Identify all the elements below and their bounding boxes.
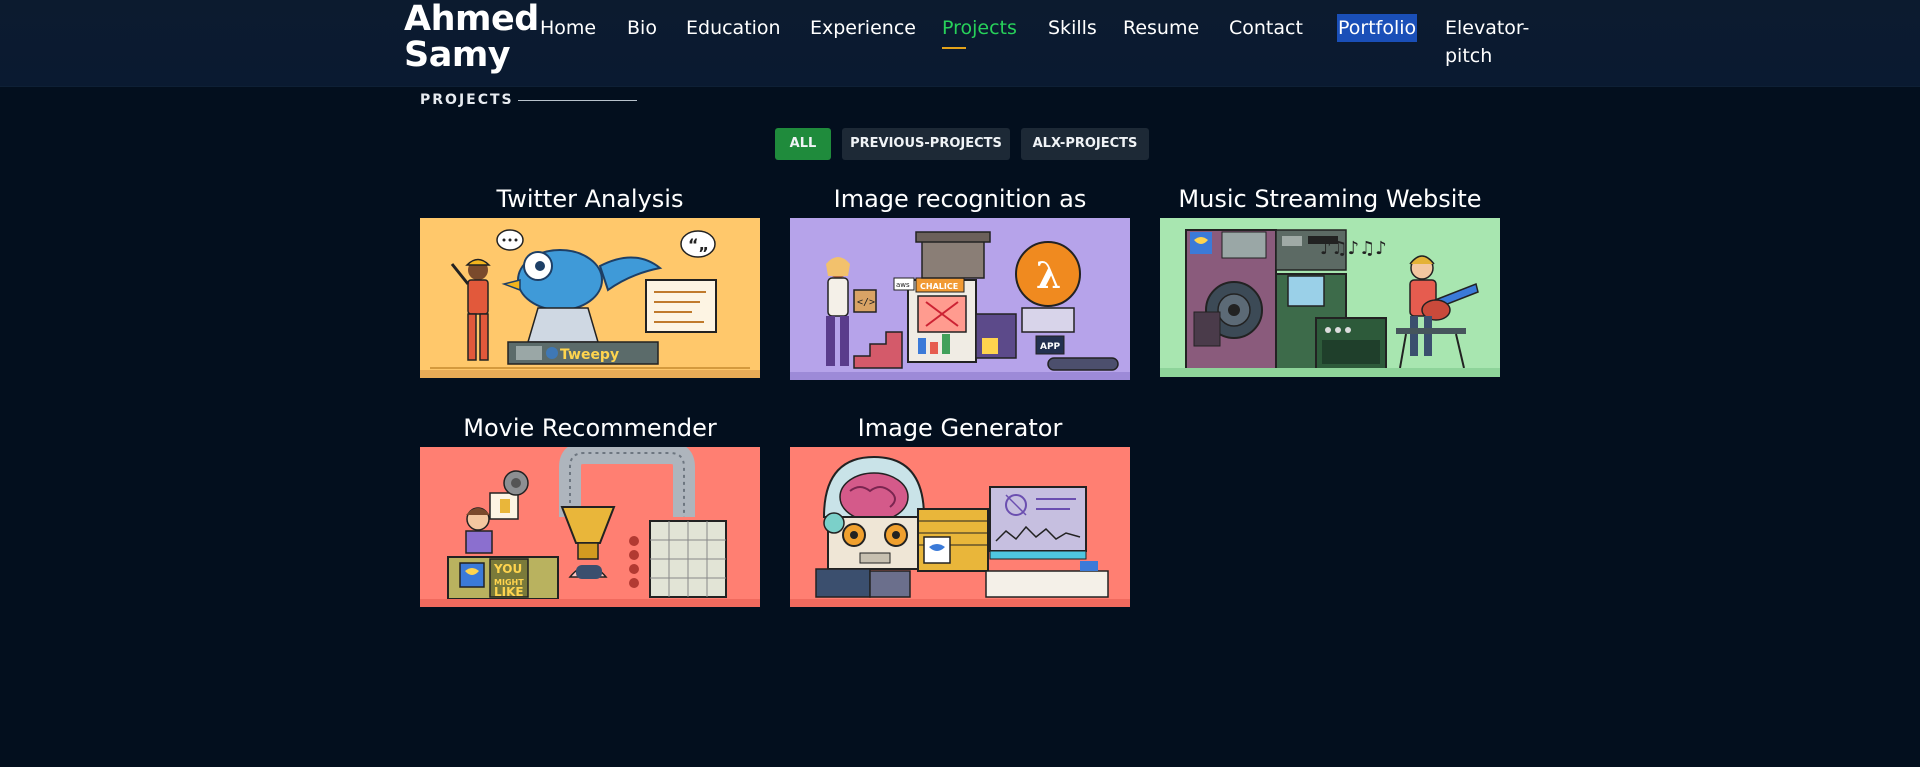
nav-projects[interactable]: Projects — [942, 14, 1017, 49]
svg-text:APP: APP — [1040, 342, 1061, 352]
project-thumbnail[interactable]: YOU MIGHT LIKE — [420, 447, 760, 607]
filter-alx-projects-button[interactable]: ALX-PROJECTS — [1021, 128, 1149, 160]
project-title: Image Generator — [857, 414, 1063, 442]
svg-text:LIKE: LIKE — [494, 585, 524, 599]
svg-text:</>: </> — [857, 297, 875, 308]
nav-contact[interactable]: Contact — [1229, 14, 1303, 42]
brand-logo[interactable]: Ahmed Samy — [404, 1, 544, 73]
nav-home[interactable]: Home — [540, 14, 596, 42]
nav-bio[interactable]: Bio — [627, 14, 657, 42]
section-title-divider — [518, 100, 637, 101]
project-title: Twitter Analysis — [496, 185, 684, 213]
svg-text:λ: λ — [1036, 255, 1061, 297]
funnel-icon: YOU MIGHT LIKE — [420, 447, 760, 607]
svg-text:CHALICE: CHALICE — [920, 282, 958, 291]
project-title: Music Streaming Website — [1178, 185, 1482, 213]
nav-experience[interactable]: Experience — [810, 14, 916, 42]
project-thumbnail[interactable]: ♪♫♪♫♪ — [1160, 218, 1500, 377]
project-title: Image recognition as Service — [833, 185, 1087, 243]
filter-previous-projects-button[interactable]: PREVIOUS-PROJECTS — [842, 128, 1010, 160]
project-card-image-recognition[interactable]: Image recognition as Service </> aws — [790, 184, 1130, 380]
project-title: Movie Recommender — [463, 414, 717, 442]
section-title: PROJECTS — [420, 92, 514, 108]
project-card-music-streaming[interactable]: Music Streaming Website ♪♫♪♫♪ — [1160, 184, 1500, 377]
nav-elevator-pitch[interactable]: Elevator-pitch — [1445, 14, 1545, 70]
project-thumbnail[interactable]: </> aws CHALICE λ APP — [790, 218, 1130, 380]
lambda-icon: </> aws CHALICE λ APP — [790, 218, 1130, 380]
filter-all-button[interactable]: ALL — [775, 128, 831, 160]
nav-portfolio[interactable]: Portfolio — [1337, 14, 1418, 42]
project-card-image-generator[interactable]: Image Generator — [790, 413, 1130, 607]
project-card-movie-recommender[interactable]: Movie Recommender YOU MIGHT LIKE — [420, 413, 760, 607]
robot-brain-icon — [790, 447, 1130, 607]
svg-text:aws: aws — [896, 281, 910, 289]
svg-text:YOU: YOU — [493, 562, 522, 576]
project-thumbnail[interactable] — [790, 447, 1130, 607]
site-header: Ahmed Samy Home Bio Education Experience… — [0, 0, 1920, 87]
speaker-icon: ♪♫♪♫♪ — [1160, 218, 1500, 377]
svg-text:Tweepy: Tweepy — [560, 347, 619, 363]
nav-education[interactable]: Education — [686, 14, 781, 42]
svg-text:“„: “„ — [688, 235, 709, 254]
svg-text:♪♫♪♫♪: ♪♫♪♫♪ — [1320, 238, 1387, 259]
project-card-twitter-analysis[interactable]: Twitter Analysis “„ Tweepy — [420, 184, 760, 378]
nav-resume[interactable]: Resume — [1123, 14, 1199, 42]
nav-skills[interactable]: Skills — [1048, 14, 1097, 42]
project-thumbnail[interactable]: “„ Tweepy — [420, 218, 760, 378]
bird-icon: “„ Tweepy — [420, 218, 760, 378]
